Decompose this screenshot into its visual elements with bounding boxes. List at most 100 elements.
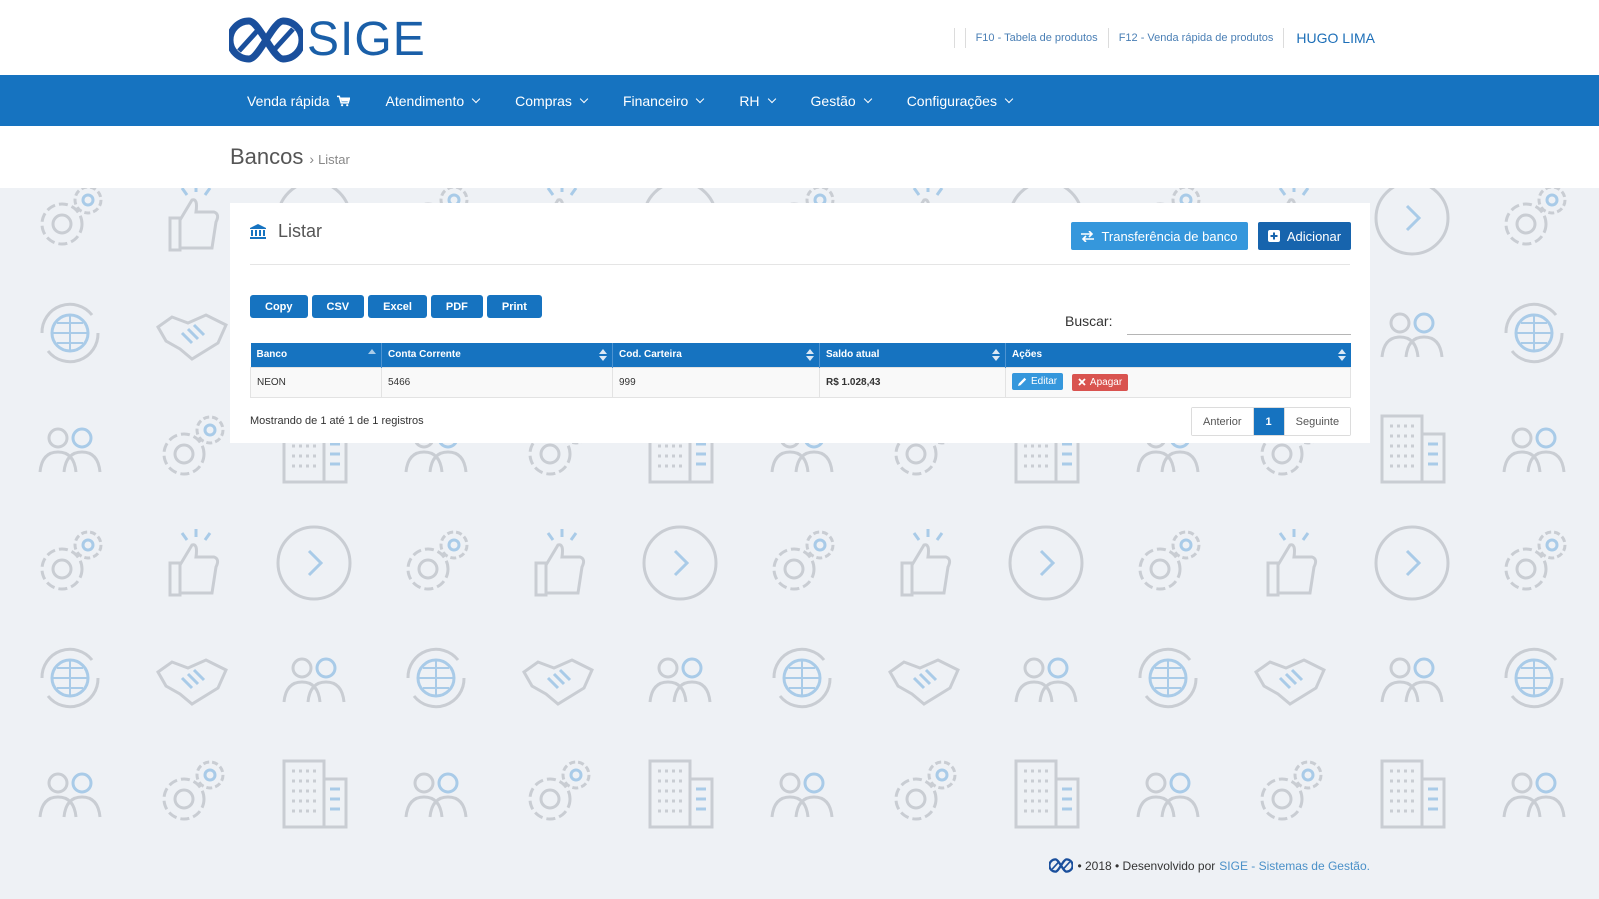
building-icon	[1380, 414, 1446, 484]
cell-conta-corrente: 5466	[381, 366, 613, 398]
handshake-icon	[522, 658, 594, 706]
sort-both-icon	[806, 349, 814, 361]
nav-item-label: Gestão	[810, 92, 856, 109]
sort-both-icon	[599, 349, 607, 361]
people-icon	[1380, 657, 1444, 704]
nav-item-configuracoes[interactable]: Configurações	[889, 75, 1030, 126]
previous-page-button[interactable]: Anterior	[1192, 408, 1253, 435]
nav-item-label: Atendimento	[385, 92, 465, 109]
gear-icon	[528, 760, 591, 821]
people-icon	[404, 772, 468, 819]
export-buttons: Copy CSV Excel PDF Print	[250, 295, 546, 318]
gear-icon	[1260, 760, 1323, 821]
gear-icon	[1504, 188, 1567, 246]
handshake-icon	[888, 658, 960, 706]
footer: • 2018 • Desenvolvido por SIGE - Sistema…	[1049, 858, 1370, 873]
footer-sige-link[interactable]: SIGE - Sistemas de Gestão.	[1219, 859, 1370, 873]
column-label: Conta Corrente	[388, 349, 461, 361]
panel-header: Listar	[250, 221, 322, 242]
table-header-row: Banco Conta Corrente Cod. Carteira Saldo…	[250, 343, 1351, 367]
copy-button[interactable]: Copy	[250, 295, 308, 318]
sige-logo[interactable]: SIGE	[229, 16, 426, 64]
top-header: SIGE F10 - Tabela de produtos F12 - Vend…	[0, 0, 1599, 75]
building-icon	[648, 759, 714, 829]
people-icon	[1380, 312, 1444, 359]
gear-icon	[162, 760, 225, 821]
nav-item-rh[interactable]: RH	[721, 75, 792, 126]
page-1-button[interactable]: 1	[1252, 408, 1284, 435]
f12-quick-sale-link[interactable]: F12 - Venda rápida de produtos	[1119, 32, 1274, 44]
nav-item-financeiro[interactable]: Financeiro	[605, 75, 721, 126]
divider	[964, 28, 966, 48]
bank-transfer-label: Transferência de banco	[1101, 228, 1238, 244]
excel-button[interactable]: Excel	[368, 295, 427, 318]
table-info: Mostrando de 1 até 1 de 1 registros	[250, 415, 424, 427]
add-button[interactable]: Adicionar	[1258, 222, 1351, 250]
sort-both-icon	[1337, 349, 1346, 361]
csv-button[interactable]: CSV	[311, 295, 365, 318]
thumbs-up-icon	[1266, 527, 1318, 597]
nav-item-compras[interactable]: Compras	[497, 75, 605, 126]
nav-item-atendimento[interactable]: Atendimento	[368, 75, 498, 126]
sige-logo-icon	[229, 17, 303, 63]
nav-item-label: Financeiro	[622, 92, 689, 109]
chevron-down-icon	[471, 94, 481, 103]
nav-item-gestao[interactable]: Gestão	[793, 75, 889, 126]
sort-both-icon	[992, 349, 1000, 361]
divider	[1107, 28, 1109, 48]
user-menu[interactable]: HUGO LIMA	[1296, 30, 1375, 46]
nav-item-label: Compras	[515, 92, 572, 109]
globe-icon	[40, 647, 100, 709]
edit-button[interactable]: Editar	[1012, 373, 1064, 391]
search-label: Buscar:	[1065, 313, 1113, 329]
next-page-button[interactable]: Seguinte	[1283, 408, 1351, 435]
column-header-cod-carteira[interactable]: Cod. Carteira	[612, 343, 820, 367]
nav-item-label: Configurações	[906, 92, 997, 109]
pencil-icon	[1018, 378, 1027, 387]
cell-saldo-atual: R$ 1.028,43	[819, 366, 1006, 398]
people-icon	[282, 657, 346, 704]
bank-transfer-button[interactable]: Transferência de banco	[1071, 222, 1248, 250]
transfer-icon	[1081, 230, 1095, 242]
print-button[interactable]: Print	[486, 295, 542, 318]
chevron-down-icon	[696, 94, 705, 103]
arrow-circle-icon	[642, 525, 718, 601]
breadcrumb-separator: ›	[309, 151, 315, 167]
banks-panel: Listar Transferência de banco Adicionar …	[230, 203, 1370, 443]
people-icon	[1136, 772, 1200, 819]
search-input[interactable]	[1127, 309, 1351, 335]
close-icon	[1078, 378, 1086, 386]
delete-button[interactable]: Apagar	[1071, 373, 1129, 391]
column-header-saldo-atual[interactable]: Saldo atual	[819, 343, 1006, 367]
banks-table: Banco Conta Corrente Cod. Carteira Saldo…	[250, 343, 1351, 398]
breadcrumb-band: Bancos › Listar	[0, 126, 1599, 188]
page-title: Bancos	[230, 144, 304, 169]
delete-label: Apagar	[1089, 376, 1123, 388]
arrow-circle-icon	[1008, 525, 1084, 601]
globe-icon	[1138, 647, 1198, 709]
building-icon	[282, 759, 348, 829]
pdf-button[interactable]: PDF	[430, 295, 483, 318]
chevron-down-icon	[579, 94, 589, 103]
gear-icon	[1504, 530, 1567, 591]
column-header-acoes[interactable]: Ações	[1005, 343, 1351, 367]
gear-icon	[162, 415, 225, 476]
column-label: Ações	[1012, 349, 1043, 361]
building-icon	[1014, 759, 1080, 829]
column-header-banco[interactable]: Banco	[250, 343, 382, 367]
nav-item-label: RH	[739, 92, 760, 109]
globe-icon	[406, 647, 466, 709]
arrow-circle-icon	[1374, 188, 1450, 256]
column-header-conta-corrente[interactable]: Conta Corrente	[381, 343, 613, 367]
arrow-circle-icon	[276, 525, 352, 601]
column-label: Saldo atual	[826, 349, 880, 361]
gear-icon	[1138, 530, 1201, 591]
f10-product-table-link[interactable]: F10 - Tabela de produtos	[976, 32, 1098, 44]
nav-item-label: Venda rápida	[247, 92, 330, 109]
nav-item-venda-rapida[interactable]: Venda rápida	[229, 75, 368, 126]
breadcrumb: Bancos › Listar	[230, 144, 350, 170]
globe-icon	[1504, 302, 1564, 364]
column-label: Banco	[256, 349, 288, 361]
handshake-icon	[1254, 658, 1326, 706]
people-icon	[770, 772, 834, 819]
